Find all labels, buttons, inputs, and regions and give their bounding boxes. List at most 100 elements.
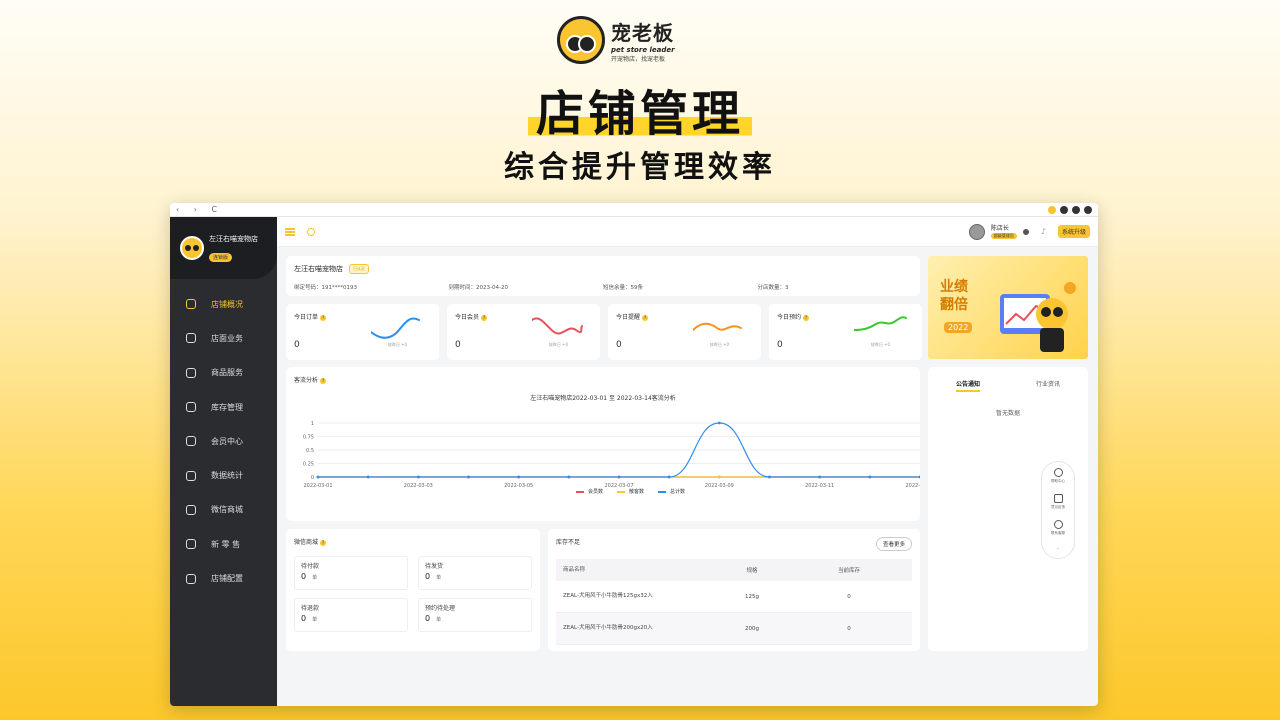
- help-icon[interactable]: ?: [320, 378, 327, 384]
- reload-icon[interactable]: C: [212, 205, 218, 214]
- order-count: 0: [425, 614, 431, 623]
- refresh-icon[interactable]: [307, 227, 315, 236]
- order-count: 0: [301, 614, 307, 623]
- help-icon[interactable]: ?: [642, 315, 649, 321]
- order-count: 0: [425, 572, 431, 581]
- x-tick-label: 2022-03-05: [504, 483, 533, 489]
- legend-item[interactable]: 会员数: [576, 488, 603, 495]
- tab-industry-news[interactable]: 行业资讯: [1036, 379, 1060, 392]
- help-icon[interactable]: ?: [481, 315, 488, 321]
- store-name: 左汪右喵宠物店: [294, 265, 343, 273]
- data-point: [818, 475, 822, 479]
- stat-compare: 较昨日 +0: [387, 342, 407, 347]
- minimize-icon[interactable]: [1060, 205, 1068, 214]
- pin-icon[interactable]: [1048, 205, 1056, 214]
- legend-swatch: [658, 490, 667, 493]
- empty-state: 暂无数据: [995, 410, 1020, 417]
- help-center-button[interactable]: 帮助中心: [1051, 468, 1065, 484]
- view-more-button[interactable]: 查看更多: [875, 537, 912, 551]
- stat-value: 0: [616, 340, 622, 350]
- table-row[interactable]: ZEAL-犬用风干小牛肋骨200gx20入 200g 0: [556, 613, 912, 645]
- bell-icon[interactable]: ♪: [1041, 227, 1046, 236]
- promo-banner[interactable]: 业绩翻倍 2022: [928, 256, 1088, 359]
- sidebar-item[interactable]: 店铺概况: [170, 287, 277, 321]
- legend-item[interactable]: 散客数: [617, 488, 644, 495]
- traffic-line-chart: 0 0.25 0.5 0.75 1 2022-03-01 2022-03-03 2022-03…: [303, 421, 920, 489]
- y-tick-label: 0.5: [306, 448, 314, 454]
- titlebar: ‹ › C: [170, 203, 1098, 217]
- order-unit: 单: [312, 575, 318, 581]
- forward-icon[interactable]: ›: [194, 205, 197, 214]
- stat-compare: 较昨日 +0: [548, 342, 568, 347]
- legend-label: 会员数: [588, 489, 604, 495]
- sidebar-item[interactable]: 库存管理: [170, 390, 277, 424]
- traffic-title: 客流分析?: [294, 377, 327, 384]
- help-icon[interactable]: ?: [320, 315, 327, 321]
- stat-value: 0: [455, 340, 461, 350]
- hero-banner: 宠老板 pet store leader 开宠物店，找宠老板 店铺管理 综合提升…: [0, 0, 1280, 200]
- user-role-badge: 超级管理员: [990, 232, 1017, 239]
- sidebar-item-label: 库存管理: [211, 402, 243, 412]
- traffic-analysis-card: 客流分析? 左汪右喵宠物店2022-03-01 至 2022-03-14客流分析…: [286, 367, 920, 521]
- order-status-cell[interactable]: 待发货 0单: [418, 556, 532, 590]
- store-info-card: 左汪右喵宠物店 已认证 绑定号码：191****0193 到期时间：2023-0…: [286, 256, 920, 296]
- branch-count: 分店数量：3: [757, 285, 789, 291]
- chevron-down-icon[interactable]: [1022, 228, 1029, 235]
- sidebar-item-label: 会员中心: [211, 436, 243, 446]
- back-icon[interactable]: ‹: [176, 205, 179, 214]
- sms-balance: 短信余量：59条: [603, 285, 643, 291]
- sidebar-item[interactable]: 微信商城: [170, 493, 277, 527]
- stat-compare: 较昨日 +0: [870, 342, 890, 347]
- promo-year: 2022: [944, 322, 973, 333]
- help-icon[interactable]: ?: [320, 540, 327, 546]
- col-spec: 规格: [746, 568, 758, 574]
- help-icon[interactable]: ?: [803, 315, 810, 321]
- sidebar-item-label: 店铺概况: [211, 299, 243, 309]
- data-point: [416, 475, 420, 479]
- menu-toggle-icon[interactable]: [285, 227, 295, 236]
- order-unit: 单: [436, 617, 442, 623]
- support-button[interactable]: 联系客服: [1051, 520, 1065, 536]
- order-status-cell[interactable]: 预约待处理 0单: [418, 598, 532, 632]
- sidebar-menu: 店铺概况店面业务 商品服务库存管理会员中心数据统计 微信商城新 零 售店铺配置: [170, 287, 277, 596]
- y-tick-label: 1: [311, 421, 314, 427]
- sidebar-item[interactable]: 商品服务: [170, 356, 277, 390]
- stat-value: 0: [294, 340, 300, 350]
- chevron-down-icon[interactable]: ⌄: [1057, 546, 1060, 550]
- app-window: ‹ › C 左汪右喵宠物店 连锁版 店铺概况 店面业务 商品服务 库存管理 会员中心 数据…: [170, 203, 1098, 706]
- sidebar-item[interactable]: 新 零 售: [170, 527, 277, 561]
- data-point: [517, 475, 521, 479]
- stat-card: 今日会员? 0 较昨日 +0: [447, 304, 600, 360]
- close-icon[interactable]: [1084, 205, 1092, 214]
- x-tick-label: 2022-03-09: [705, 483, 734, 489]
- menu-icon: [186, 333, 196, 344]
- menu-icon: [186, 367, 196, 378]
- legend-label: 总计数: [670, 489, 686, 495]
- order-status-cell[interactable]: 待退款 0单: [294, 598, 408, 632]
- product-name: ZEAL-犬用风干小牛肋骨125gx32入: [563, 593, 653, 599]
- store-avatar[interactable]: [180, 236, 204, 260]
- menu-icon: [186, 299, 196, 310]
- user-menu[interactable]: 陈店长 超级管理员 ♪ 系统升级: [968, 223, 1090, 240]
- sidebar-item[interactable]: 店铺配置: [170, 561, 277, 595]
- order-status-cell[interactable]: 待付款 0单: [294, 556, 408, 590]
- product-stock: 0: [847, 625, 851, 632]
- sidebar-item[interactable]: 店面业务: [170, 321, 277, 355]
- feedback-button[interactable]: 意见反馈: [1051, 494, 1065, 510]
- upgrade-button[interactable]: 系统升级: [1057, 225, 1090, 238]
- low-stock-card: 库存不足 查看更多 商品名称 规格 当前库存 ZEAL-犬用风干小牛肋骨125g…: [548, 529, 920, 651]
- sidebar-item-label: 店铺配置: [211, 574, 243, 584]
- tab-notice[interactable]: 公告通知: [955, 379, 980, 392]
- data-point: [617, 475, 621, 479]
- sidebar-item[interactable]: 数据统计: [170, 458, 277, 492]
- data-point: [316, 475, 320, 479]
- table-row[interactable]: ZEAL-犬用风干小牛肋骨125gx32入 125g 0: [556, 581, 912, 613]
- user-avatar[interactable]: [968, 223, 985, 240]
- order-status-label: 预约待处理: [425, 605, 456, 612]
- legend-item[interactable]: 总计数: [658, 488, 685, 495]
- sidebar-item[interactable]: 会员中心: [170, 424, 277, 458]
- menu-icon: [186, 436, 196, 447]
- user-name: 陈店长: [990, 224, 1009, 232]
- maximize-icon[interactable]: [1072, 205, 1080, 214]
- brand-logo: 宠老板 pet store leader 开宠物店，找宠老板: [557, 16, 675, 64]
